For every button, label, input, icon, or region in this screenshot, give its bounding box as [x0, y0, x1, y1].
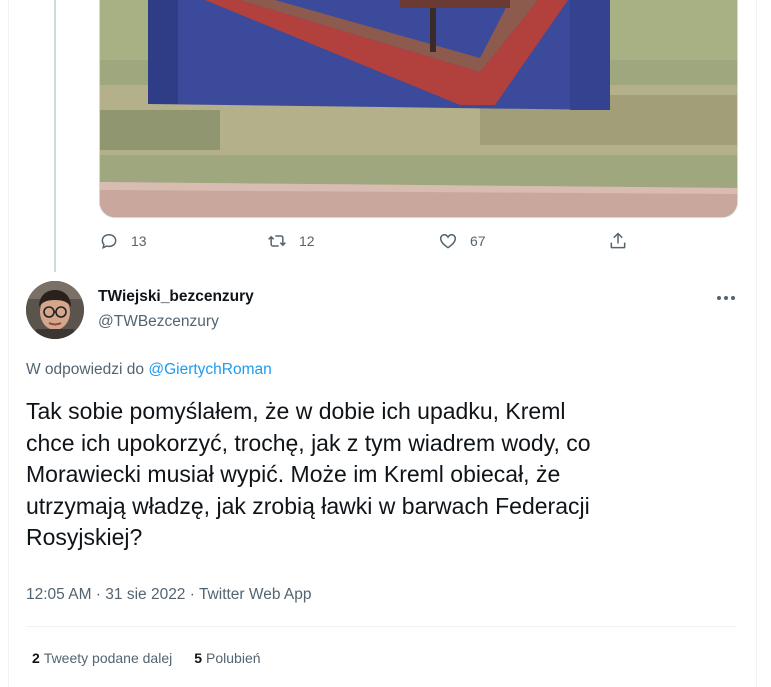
- user-handle[interactable]: @TWBezcenzury: [98, 313, 219, 331]
- heart-icon: [439, 233, 457, 249]
- reply-action[interactable]: 13: [99, 231, 147, 251]
- like-action[interactable]: 67: [438, 231, 486, 251]
- more-dot: [731, 296, 735, 300]
- retweet-arrows-icon: [268, 235, 286, 247]
- avatar-image: [26, 281, 84, 339]
- bench-photo-image: [100, 0, 737, 217]
- meta-separator: ·: [185, 586, 199, 603]
- tweet-text: Tak sobie pomyślałem, że w dobie ich upa…: [26, 398, 591, 550]
- more-dot: [717, 296, 721, 300]
- share-action[interactable]: [608, 231, 628, 251]
- reply-context: W odpowiedzi do @GiertychRoman: [26, 361, 272, 379]
- share-upload-icon: [610, 232, 626, 249]
- reply-count: 13: [131, 233, 147, 249]
- meta-separator: ·: [91, 586, 106, 603]
- tweet-source[interactable]: Twitter Web App: [199, 586, 312, 603]
- divider: [26, 626, 736, 627]
- tweet-metadata: 12:05 AM · 31 sie 2022 · Twitter Web App: [26, 586, 312, 604]
- likes-count: 5: [194, 650, 203, 666]
- retweets-stat[interactable]: 2 Tweety podane dalej: [32, 650, 172, 666]
- retweet-count: 12: [299, 233, 315, 249]
- engagement-stats: 2 Tweety podane dalej 5 Polubień: [32, 650, 261, 666]
- tweet-photo[interactable]: [99, 0, 738, 218]
- avatar[interactable]: [26, 281, 84, 339]
- tweet-time[interactable]: 12:05 AM: [26, 586, 92, 603]
- display-name[interactable]: TWiejski_bezcenzury: [98, 288, 254, 306]
- retweets-label: Tweety podane dalej: [43, 650, 173, 666]
- retweet-action[interactable]: 12: [267, 231, 315, 251]
- speech-bubble-icon: [101, 233, 117, 249]
- thread-connector-line: [54, 0, 56, 272]
- likes-label: Polubień: [206, 650, 261, 666]
- likes-stat[interactable]: 5 Polubień: [194, 650, 260, 666]
- reply-target-link[interactable]: @GiertychRoman: [148, 361, 271, 378]
- tweet-date[interactable]: 31 sie 2022: [105, 586, 185, 603]
- retweets-count: 2: [32, 650, 40, 666]
- reply-prefix: W odpowiedzi do: [26, 361, 149, 378]
- like-count: 67: [470, 233, 486, 249]
- timeline-right-border: [756, 0, 757, 687]
- more-dots-icon[interactable]: [713, 288, 739, 308]
- tweet-action-bar: 13 12 67: [99, 231, 639, 257]
- more-dot: [724, 296, 728, 300]
- timeline-left-border: [8, 0, 9, 687]
